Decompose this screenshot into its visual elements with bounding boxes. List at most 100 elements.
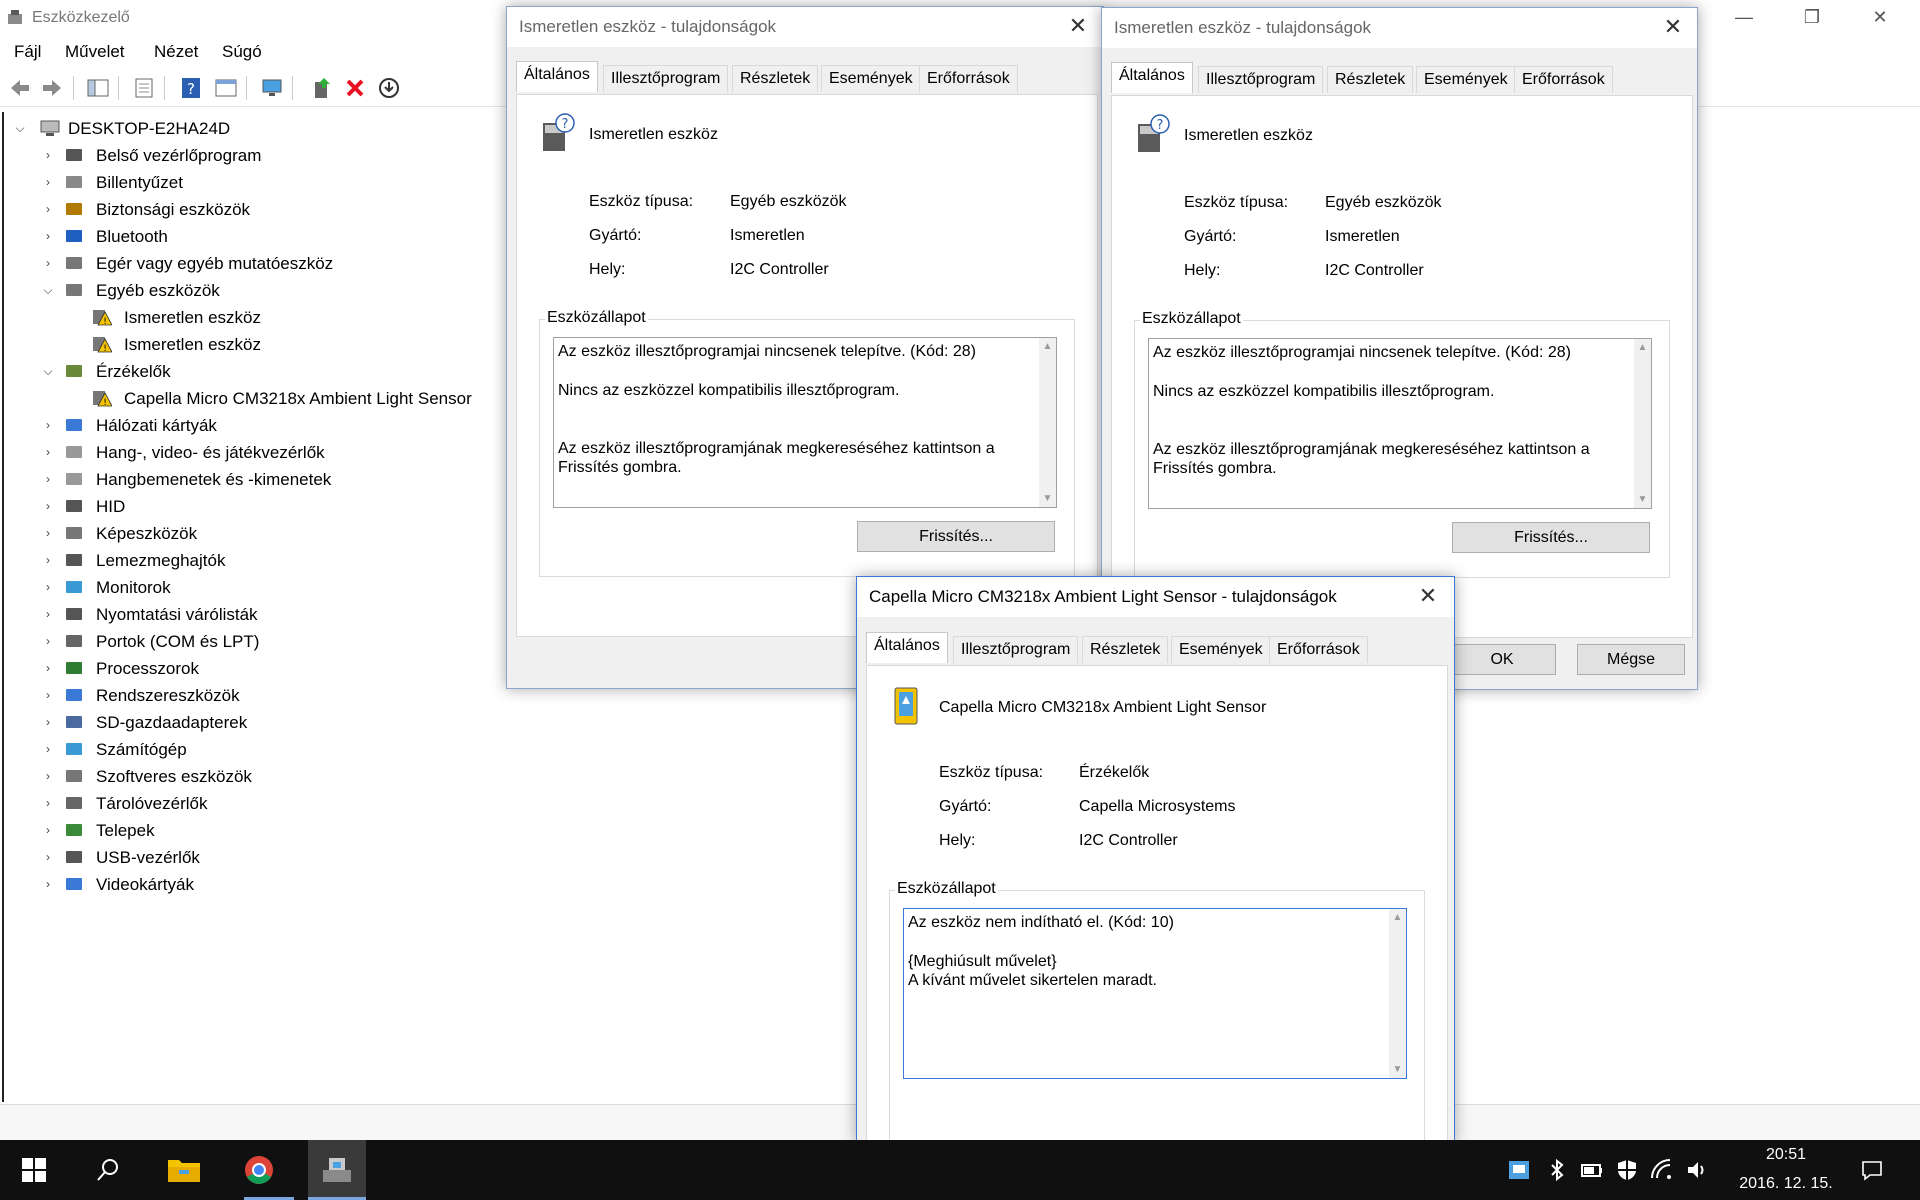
chevron-right-icon[interactable]: › bbox=[41, 418, 55, 432]
chevron-right-icon[interactable]: › bbox=[41, 175, 55, 189]
bluetooth-icon[interactable] bbox=[1545, 1158, 1569, 1182]
forward-icon[interactable] bbox=[40, 76, 64, 100]
windows-start-icon[interactable] bbox=[22, 1158, 46, 1182]
chevron-right-icon[interactable]: › bbox=[41, 202, 55, 216]
chevron-down-icon[interactable]: ⌵ bbox=[41, 283, 55, 297]
help-icon[interactable]: ? bbox=[179, 76, 203, 100]
back-icon[interactable] bbox=[8, 76, 32, 100]
chevron-right-icon[interactable]: › bbox=[41, 742, 55, 756]
tab-general[interactable]: Általános bbox=[516, 61, 598, 92]
location-label: Hely: bbox=[939, 832, 976, 849]
tab-events[interactable]: Események bbox=[1171, 636, 1271, 663]
tree-item-label: Rendszereszközök bbox=[96, 686, 240, 705]
tab-resources[interactable]: Erőforrások bbox=[1269, 636, 1368, 663]
scrollbar[interactable]: ▲ ▼ bbox=[1634, 339, 1651, 508]
tab-events[interactable]: Események bbox=[821, 65, 921, 92]
chevron-right-icon[interactable]: › bbox=[41, 661, 55, 675]
manufacturer-value: Capella Microsystems bbox=[1079, 798, 1236, 815]
chevron-right-icon[interactable]: › bbox=[41, 877, 55, 891]
close-button[interactable]: ✕ bbox=[1852, 0, 1908, 36]
chevron-down-icon[interactable]: ⌵ bbox=[13, 121, 27, 135]
action-center-icon[interactable] bbox=[1860, 1158, 1884, 1182]
tab-general[interactable]: Általános bbox=[866, 632, 948, 663]
scroll-up-icon[interactable]: ▲ bbox=[1634, 339, 1651, 356]
chevron-right-icon[interactable]: › bbox=[41, 229, 55, 243]
scrollbar[interactable]: ▲ ▼ bbox=[1389, 909, 1406, 1078]
cancel-button[interactable]: Mégse bbox=[1577, 644, 1685, 675]
chevron-down-icon[interactable]: ⌵ bbox=[41, 364, 55, 378]
chevron-right-icon[interactable]: › bbox=[41, 796, 55, 810]
scroll-down-icon[interactable]: ▼ bbox=[1634, 491, 1651, 508]
scroll-up-icon[interactable]: ▲ bbox=[1039, 338, 1056, 355]
menu-view[interactable]: Nézet bbox=[154, 42, 198, 62]
chevron-right-icon[interactable]: › bbox=[41, 580, 55, 594]
device-type-value: Egyéb eszközök bbox=[1325, 194, 1442, 211]
update-driver-icon[interactable] bbox=[310, 76, 334, 100]
chevron-right-icon[interactable]: › bbox=[41, 472, 55, 486]
chevron-right-icon[interactable]: › bbox=[41, 823, 55, 837]
chevron-right-icon[interactable]: › bbox=[41, 688, 55, 702]
tab-details[interactable]: Részletek bbox=[1327, 66, 1414, 93]
ok-button[interactable]: OK bbox=[1448, 644, 1556, 675]
svg-text:?: ? bbox=[562, 117, 569, 132]
download-icon[interactable] bbox=[377, 76, 401, 100]
warning-device-icon: ! bbox=[93, 337, 112, 353]
update-driver-button[interactable]: Frissítés... bbox=[857, 521, 1055, 552]
menu-help[interactable]: Súgó bbox=[222, 42, 262, 62]
search-icon[interactable] bbox=[96, 1158, 120, 1182]
scroll-down-icon[interactable]: ▼ bbox=[1389, 1061, 1406, 1078]
close-icon[interactable]: ✕ bbox=[1063, 13, 1093, 41]
chevron-right-icon[interactable]: › bbox=[41, 148, 55, 162]
close-icon[interactable]: ✕ bbox=[1413, 583, 1443, 611]
wifi-icon[interactable] bbox=[1650, 1158, 1674, 1182]
tab-driver[interactable]: Illesztőprogram bbox=[1198, 66, 1324, 93]
tree-item-label: Ismeretlen eszköz bbox=[124, 308, 261, 327]
tab-resources[interactable]: Erőforrások bbox=[1514, 66, 1613, 93]
chevron-right-icon[interactable]: › bbox=[41, 256, 55, 270]
view-icon[interactable] bbox=[214, 76, 238, 100]
tab-driver[interactable]: Illesztőprogram bbox=[603, 65, 729, 92]
scrollbar[interactable]: ▲ ▼ bbox=[1039, 338, 1056, 507]
scan-hardware-icon[interactable] bbox=[260, 76, 284, 100]
battery-icon[interactable] bbox=[1580, 1158, 1604, 1182]
tab-details[interactable]: Részletek bbox=[732, 65, 819, 92]
volume-icon[interactable] bbox=[1685, 1158, 1709, 1182]
minimize-button[interactable]: — bbox=[1716, 0, 1772, 36]
chevron-right-icon[interactable]: › bbox=[41, 445, 55, 459]
chevron-right-icon[interactable]: › bbox=[41, 634, 55, 648]
tab-general[interactable]: Általános bbox=[1111, 62, 1193, 93]
properties-icon[interactable] bbox=[132, 76, 156, 100]
chevron-right-icon[interactable]: › bbox=[41, 769, 55, 783]
clock-date[interactable]: 2016. 12. 15. bbox=[1726, 1175, 1846, 1193]
clock-time[interactable]: 20:51 bbox=[1756, 1146, 1816, 1164]
file-explorer-icon[interactable] bbox=[167, 1156, 201, 1184]
chrome-icon[interactable] bbox=[244, 1155, 274, 1185]
tree-item-label: Videokártyák bbox=[96, 875, 194, 894]
device-status-text[interactable]: Az eszköz illesztőprogramjai nincsenek t… bbox=[1148, 338, 1652, 509]
tab-driver[interactable]: Illesztőprogram bbox=[953, 636, 1079, 663]
restore-button[interactable]: ❐ bbox=[1784, 0, 1840, 36]
device-status-text[interactable]: Az eszköz nem indítható el. (Kód: 10) {M… bbox=[903, 908, 1407, 1079]
scroll-up-icon[interactable]: ▲ bbox=[1389, 909, 1406, 926]
device-status-text[interactable]: Az eszköz illesztőprogramjai nincsenek t… bbox=[553, 337, 1057, 508]
tab-resources[interactable]: Erőforrások bbox=[919, 65, 1018, 92]
close-icon[interactable]: ✕ bbox=[1658, 14, 1688, 42]
chevron-right-icon[interactable]: › bbox=[41, 526, 55, 540]
uninstall-icon[interactable] bbox=[343, 76, 367, 100]
menu-file[interactable]: Fájl bbox=[14, 42, 41, 62]
security-shield-icon[interactable] bbox=[1615, 1158, 1639, 1182]
device-type-value: Egyéb eszközök bbox=[730, 193, 847, 210]
network-adapter-tray-icon[interactable] bbox=[1507, 1158, 1531, 1182]
tab-events[interactable]: Események bbox=[1416, 66, 1516, 93]
menu-action[interactable]: Művelet bbox=[65, 42, 125, 62]
tab-details[interactable]: Részletek bbox=[1082, 636, 1169, 663]
chevron-right-icon[interactable]: › bbox=[41, 607, 55, 621]
show-hide-console-tree-icon[interactable] bbox=[86, 76, 110, 100]
scroll-down-icon[interactable]: ▼ bbox=[1039, 490, 1056, 507]
chevron-right-icon[interactable]: › bbox=[41, 553, 55, 567]
chevron-right-icon[interactable]: › bbox=[41, 715, 55, 729]
update-driver-button[interactable]: Frissítés... bbox=[1452, 522, 1650, 553]
chevron-right-icon[interactable]: › bbox=[41, 850, 55, 864]
chevron-right-icon[interactable]: › bbox=[41, 499, 55, 513]
security-device-icon bbox=[66, 203, 82, 215]
